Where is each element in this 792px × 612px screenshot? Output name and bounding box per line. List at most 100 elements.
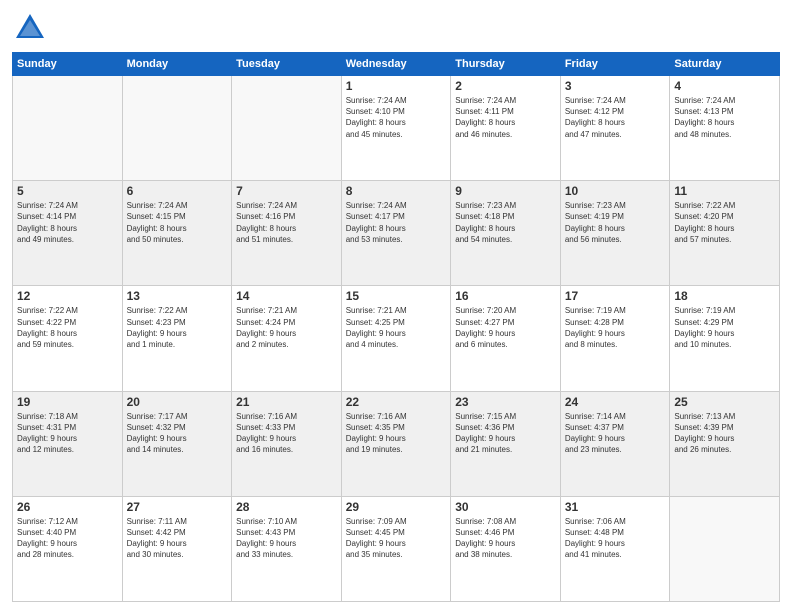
weekday-header-cell: Saturday — [670, 53, 780, 76]
calendar-cell: 24Sunrise: 7:14 AMSunset: 4:37 PMDayligh… — [560, 391, 670, 496]
weekday-header-row: SundayMondayTuesdayWednesdayThursdayFrid… — [13, 53, 780, 76]
calendar-cell: 27Sunrise: 7:11 AMSunset: 4:42 PMDayligh… — [122, 496, 232, 601]
day-info: Sunrise: 7:12 AMSunset: 4:40 PMDaylight:… — [17, 516, 118, 561]
calendar-cell: 14Sunrise: 7:21 AMSunset: 4:24 PMDayligh… — [232, 286, 342, 391]
day-info: Sunrise: 7:21 AMSunset: 4:25 PMDaylight:… — [346, 305, 447, 350]
day-number: 18 — [674, 289, 775, 303]
weekday-header-cell: Thursday — [451, 53, 561, 76]
day-number: 26 — [17, 500, 118, 514]
day-number: 9 — [455, 184, 556, 198]
calendar-cell — [232, 76, 342, 181]
day-info: Sunrise: 7:06 AMSunset: 4:48 PMDaylight:… — [565, 516, 666, 561]
day-number: 28 — [236, 500, 337, 514]
day-number: 22 — [346, 395, 447, 409]
calendar-week-row: 1 Sunrise: 7:24 AMSunset: 4:10 PMDaylight… — [13, 76, 780, 181]
logo — [12, 10, 52, 46]
calendar-cell: 25 Sunrise: 7:13 AMSunset: 4:39 PMDayligh… — [670, 391, 780, 496]
day-number: 8 — [346, 184, 447, 198]
calendar-cell: 21 Sunrise: 7:16 AMSunset: 4:33 PMDayligh… — [232, 391, 342, 496]
day-number: 7 — [236, 184, 337, 198]
weekday-header-cell: Monday — [122, 53, 232, 76]
day-info: Sunrise: 7:24 AMSunset: 4:11 PMDaylight:… — [455, 95, 556, 140]
day-number: 3 — [565, 79, 666, 93]
day-info: Sunrise: 7:24 AMSunset: 4:15 PMDaylight:… — [127, 200, 228, 245]
day-number: 25 — [674, 395, 775, 409]
weekday-header-cell: Friday — [560, 53, 670, 76]
calendar-cell: 16 Sunrise: 7:20 AMSunset: 4:27 PMDayligh… — [451, 286, 561, 391]
day-info: Sunrise: 7:10 AMSunset: 4:43 PMDaylight:… — [236, 516, 337, 561]
weekday-header-cell: Tuesday — [232, 53, 342, 76]
calendar-week-row: 12 Sunrise: 7:22 AMSunset: 4:22 PMDayligh… — [13, 286, 780, 391]
calendar-cell: 15 Sunrise: 7:21 AMSunset: 4:25 PMDayligh… — [341, 286, 451, 391]
day-number: 30 — [455, 500, 556, 514]
day-info: Sunrise: 7:16 AMSunset: 4:35 PMDaylight:… — [346, 411, 447, 456]
day-info: Sunrise: 7:19 AMSunset: 4:28 PMDaylight:… — [565, 305, 666, 350]
day-number: 6 — [127, 184, 228, 198]
day-info: Sunrise: 7:19 AMSunset: 4:29 PMDaylight:… — [674, 305, 775, 350]
day-info: Sunrise: 7:22 AMSunset: 4:23 PMDaylight:… — [127, 305, 228, 350]
calendar-body: 1 Sunrise: 7:24 AMSunset: 4:10 PMDaylight… — [13, 76, 780, 602]
day-number: 16 — [455, 289, 556, 303]
day-number: 21 — [236, 395, 337, 409]
calendar-cell: 4Sunrise: 7:24 AMSunset: 4:13 PMDaylight… — [670, 76, 780, 181]
calendar-week-row: 5 Sunrise: 7:24 AMSunset: 4:14 PMDaylight… — [13, 181, 780, 286]
calendar-cell: 18 Sunrise: 7:19 AMSunset: 4:29 PMDayligh… — [670, 286, 780, 391]
day-info: Sunrise: 7:24 AMSunset: 4:10 PMDaylight:… — [346, 95, 447, 140]
calendar-cell: 5 Sunrise: 7:24 AMSunset: 4:14 PMDaylight… — [13, 181, 123, 286]
day-info: Sunrise: 7:22 AMSunset: 4:22 PMDaylight:… — [17, 305, 118, 350]
calendar-cell: 29Sunrise: 7:09 AMSunset: 4:45 PMDayligh… — [341, 496, 451, 601]
calendar-cell — [670, 496, 780, 601]
day-info: Sunrise: 7:23 AMSunset: 4:19 PMDaylight:… — [565, 200, 666, 245]
day-info: Sunrise: 7:22 AMSunset: 4:20 PMDaylight:… — [674, 200, 775, 245]
calendar-cell: 11 Sunrise: 7:22 AMSunset: 4:20 PMDayligh… — [670, 181, 780, 286]
day-info: Sunrise: 7:13 AMSunset: 4:39 PMDaylight:… — [674, 411, 775, 456]
calendar-week-row: 19Sunrise: 7:18 AMSunset: 4:31 PMDayligh… — [13, 391, 780, 496]
calendar-cell: 28 Sunrise: 7:10 AMSunset: 4:43 PMDayligh… — [232, 496, 342, 601]
day-info: Sunrise: 7:11 AMSunset: 4:42 PMDaylight:… — [127, 516, 228, 561]
day-number: 1 — [346, 79, 447, 93]
day-info: Sunrise: 7:24 AMSunset: 4:14 PMDaylight:… — [17, 200, 118, 245]
day-number: 29 — [346, 500, 447, 514]
calendar-cell: 8 Sunrise: 7:24 AMSunset: 4:17 PMDaylight… — [341, 181, 451, 286]
day-info: Sunrise: 7:20 AMSunset: 4:27 PMDaylight:… — [455, 305, 556, 350]
day-number: 15 — [346, 289, 447, 303]
logo-icon — [12, 10, 48, 46]
day-number: 17 — [565, 289, 666, 303]
calendar-cell: 3Sunrise: 7:24 AMSunset: 4:12 PMDaylight… — [560, 76, 670, 181]
day-number: 31 — [565, 500, 666, 514]
day-info: Sunrise: 7:16 AMSunset: 4:33 PMDaylight:… — [236, 411, 337, 456]
day-info: Sunrise: 7:14 AMSunset: 4:37 PMDaylight:… — [565, 411, 666, 456]
calendar-cell: 22 Sunrise: 7:16 AMSunset: 4:35 PMDayligh… — [341, 391, 451, 496]
calendar-cell: 19Sunrise: 7:18 AMSunset: 4:31 PMDayligh… — [13, 391, 123, 496]
header — [12, 10, 780, 46]
day-number: 20 — [127, 395, 228, 409]
calendar-table: SundayMondayTuesdayWednesdayThursdayFrid… — [12, 52, 780, 602]
calendar-cell: 13 Sunrise: 7:22 AMSunset: 4:23 PMDayligh… — [122, 286, 232, 391]
day-number: 5 — [17, 184, 118, 198]
calendar-cell: 9 Sunrise: 7:23 AMSunset: 4:18 PMDaylight… — [451, 181, 561, 286]
calendar-cell: 1 Sunrise: 7:24 AMSunset: 4:10 PMDaylight… — [341, 76, 451, 181]
day-info: Sunrise: 7:24 AMSunset: 4:17 PMDaylight:… — [346, 200, 447, 245]
calendar-cell: 7 Sunrise: 7:24 AMSunset: 4:16 PMDaylight… — [232, 181, 342, 286]
day-info: Sunrise: 7:24 AMSunset: 4:16 PMDaylight:… — [236, 200, 337, 245]
calendar-cell: 10 Sunrise: 7:23 AMSunset: 4:19 PMDayligh… — [560, 181, 670, 286]
calendar-cell: 2 Sunrise: 7:24 AMSunset: 4:11 PMDaylight… — [451, 76, 561, 181]
calendar-cell — [13, 76, 123, 181]
calendar-cell: 6 Sunrise: 7:24 AMSunset: 4:15 PMDaylight… — [122, 181, 232, 286]
day-number: 10 — [565, 184, 666, 198]
day-number: 12 — [17, 289, 118, 303]
calendar-week-row: 26 Sunrise: 7:12 AMSunset: 4:40 PMDayligh… — [13, 496, 780, 601]
calendar-cell: 12 Sunrise: 7:22 AMSunset: 4:22 PMDayligh… — [13, 286, 123, 391]
calendar-cell: 20Sunrise: 7:17 AMSunset: 4:32 PMDayligh… — [122, 391, 232, 496]
calendar-cell: 31 Sunrise: 7:06 AMSunset: 4:48 PMDayligh… — [560, 496, 670, 601]
day-number: 19 — [17, 395, 118, 409]
day-number: 13 — [127, 289, 228, 303]
day-number: 14 — [236, 289, 337, 303]
calendar-cell: 26 Sunrise: 7:12 AMSunset: 4:40 PMDayligh… — [13, 496, 123, 601]
day-number: 11 — [674, 184, 775, 198]
day-info: Sunrise: 7:08 AMSunset: 4:46 PMDaylight:… — [455, 516, 556, 561]
day-number: 2 — [455, 79, 556, 93]
page: SundayMondayTuesdayWednesdayThursdayFrid… — [0, 0, 792, 612]
day-info: Sunrise: 7:23 AMSunset: 4:18 PMDaylight:… — [455, 200, 556, 245]
day-info: Sunrise: 7:15 AMSunset: 4:36 PMDaylight:… — [455, 411, 556, 456]
